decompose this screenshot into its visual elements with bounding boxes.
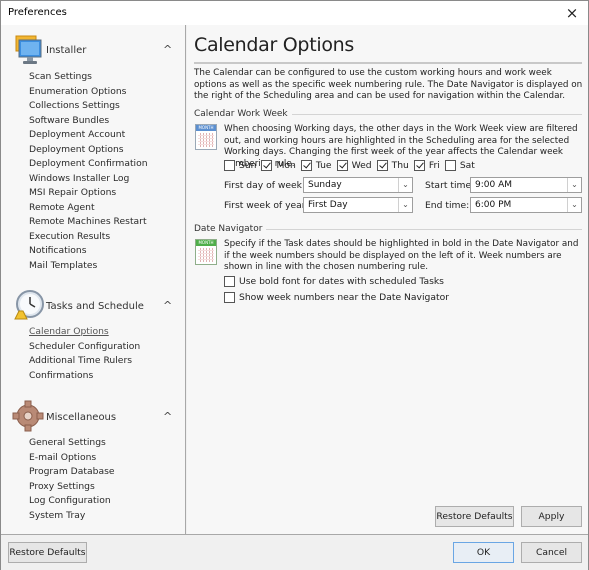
sidebar-item-enumeration-options[interactable]: Enumeration Options	[29, 86, 126, 97]
section-divider	[266, 229, 582, 230]
chevron-down-icon[interactable]: ⌄	[567, 198, 581, 212]
sidebar-item-windows-installer-log[interactable]: Windows Installer Log	[29, 173, 129, 184]
sidebar-item-deployment-confirmation[interactable]: Deployment Confirmation	[29, 158, 148, 169]
checkbox-week-numbers[interactable]	[224, 292, 235, 303]
section-divider	[291, 114, 582, 115]
sidebar-item-scheduler-configuration[interactable]: Scheduler Configuration	[29, 341, 140, 352]
sidebar-item-software-bundles[interactable]: Software Bundles	[29, 115, 109, 126]
sidebar: Installer ^ Scan Settings Enumeration Op…	[1, 25, 186, 534]
sidebar-item-general-settings[interactable]: General Settings	[29, 437, 106, 448]
sidebar-item-deployment-account[interactable]: Deployment Account	[29, 129, 125, 140]
day-fri[interactable]: Fri	[413, 160, 440, 171]
sidebar-item-collections-settings[interactable]: Collections Settings	[29, 100, 120, 111]
checkbox-tue[interactable]	[300, 160, 312, 171]
day-wed[interactable]: Wed	[336, 160, 372, 171]
sidebar-item-additional-time-rulers[interactable]: Additional Time Rulers	[29, 355, 132, 366]
apply-button[interactable]: Apply	[521, 506, 582, 527]
day-sun[interactable]: Sun	[224, 160, 256, 171]
group-tasks-and-schedule: Tasks and Schedule ^	[1, 287, 186, 327]
sidebar-item-proxy-settings[interactable]: Proxy Settings	[29, 481, 95, 492]
sidebar-item-log-configuration[interactable]: Log Configuration	[29, 495, 111, 506]
first-week-label: First week of year:	[224, 200, 309, 211]
sidebar-item-remote-machines-restart[interactable]: Remote Machines Restart	[29, 216, 147, 227]
cancel-button[interactable]: Cancel	[521, 542, 582, 563]
working-days: Sun Mon Tue Wed Thu Fri Sat	[224, 160, 480, 171]
collapse-chevron-icon[interactable]: ^	[163, 299, 172, 312]
group-label: Miscellaneous	[46, 412, 117, 423]
preferences-window: Preferences × Installer ^ Scan Settings …	[0, 0, 589, 570]
calendar-month-icon: MONTH	[195, 239, 217, 265]
clock-icon	[14, 290, 44, 320]
group-label: Installer	[46, 45, 87, 56]
first-week-of-year-select[interactable]: First Day ⌄	[303, 197, 413, 213]
section-heading: Calendar Work Week	[194, 109, 288, 119]
start-time-label: Start time:	[425, 180, 475, 191]
title-divider	[194, 62, 582, 64]
section-heading: Date Navigator	[194, 224, 263, 234]
sidebar-item-scan-settings[interactable]: Scan Settings	[29, 71, 92, 82]
sidebar-item-confirmations[interactable]: Confirmations	[29, 370, 93, 381]
end-time-label: End time:	[425, 200, 470, 211]
group-label: Tasks and Schedule	[46, 301, 144, 312]
intro-text: The Calendar can be configured to use th…	[194, 68, 583, 101]
start-time-select[interactable]: 9:00 AM ⌄	[470, 177, 582, 193]
checkbox-wed[interactable]	[336, 160, 348, 171]
group-miscellaneous: Miscellaneous ^	[1, 398, 186, 438]
sidebar-item-calendar-options[interactable]: Calendar Options	[29, 326, 109, 337]
monitor-icon	[15, 35, 42, 64]
sidebar-item-deployment-options[interactable]: Deployment Options	[29, 144, 124, 155]
gear-icon	[12, 400, 44, 432]
close-icon[interactable]: ×	[563, 4, 581, 22]
chevron-down-icon[interactable]: ⌄	[398, 198, 412, 212]
end-time-select[interactable]: 6:00 PM ⌄	[470, 197, 582, 213]
checkbox-fri[interactable]	[413, 160, 425, 171]
collapse-chevron-icon[interactable]: ^	[163, 410, 172, 423]
sidebar-item-system-tray[interactable]: System Tray	[29, 510, 85, 521]
checkbox-sun[interactable]	[224, 160, 235, 171]
sidebar-item-email-options[interactable]: E-mail Options	[29, 452, 96, 463]
content-panel: Calendar Options The Calendar can be con…	[187, 25, 588, 534]
day-tue[interactable]: Tue	[300, 160, 332, 171]
option-show-week-numbers[interactable]: Show week numbers near the Date Navigato…	[224, 292, 449, 303]
chevron-down-icon[interactable]: ⌄	[567, 178, 581, 192]
first-day-of-week-select[interactable]: Sunday ⌄	[303, 177, 413, 193]
day-sat[interactable]: Sat	[444, 160, 475, 171]
title-bar: Preferences ×	[1, 1, 588, 25]
chevron-down-icon[interactable]: ⌄	[398, 178, 412, 192]
option-bold-font-tasks[interactable]: Use bold font for dates with scheduled T…	[224, 276, 444, 287]
first-day-label: First day of week:	[224, 180, 306, 191]
sidebar-item-mail-templates[interactable]: Mail Templates	[29, 260, 97, 271]
sidebar-item-remote-agent[interactable]: Remote Agent	[29, 202, 95, 213]
group-installer: Installer ^	[1, 31, 186, 71]
day-mon[interactable]: Mon	[261, 160, 296, 171]
dialog-footer: Restore Defaults OK Cancel	[1, 534, 588, 570]
calendar-month-icon: MONTH	[195, 124, 217, 150]
date-navigator-description: Specify if the Task dates should be high…	[224, 239, 579, 272]
collapse-chevron-icon[interactable]: ^	[163, 43, 172, 56]
window-title: Preferences	[8, 7, 67, 18]
checkbox-sat[interactable]	[444, 160, 456, 171]
sidebar-item-notifications[interactable]: Notifications	[29, 245, 87, 256]
checkbox-thu[interactable]	[376, 160, 388, 171]
sidebar-item-program-database[interactable]: Program Database	[29, 466, 115, 477]
page-title: Calendar Options	[194, 34, 354, 56]
checkbox-bold-font[interactable]	[224, 276, 235, 287]
sidebar-item-execution-results[interactable]: Execution Results	[29, 231, 110, 242]
section-calendar-work-week: Calendar Work Week	[194, 109, 582, 119]
ok-button[interactable]: OK	[453, 542, 514, 563]
day-thu[interactable]: Thu	[376, 160, 409, 171]
restore-defaults-page-button[interactable]: Restore Defaults	[435, 506, 514, 527]
section-date-navigator: Date Navigator	[194, 224, 582, 234]
restore-defaults-all-button[interactable]: Restore Defaults	[8, 542, 87, 563]
sidebar-item-msi-repair-options[interactable]: MSI Repair Options	[29, 187, 116, 198]
checkbox-mon[interactable]	[261, 160, 273, 171]
